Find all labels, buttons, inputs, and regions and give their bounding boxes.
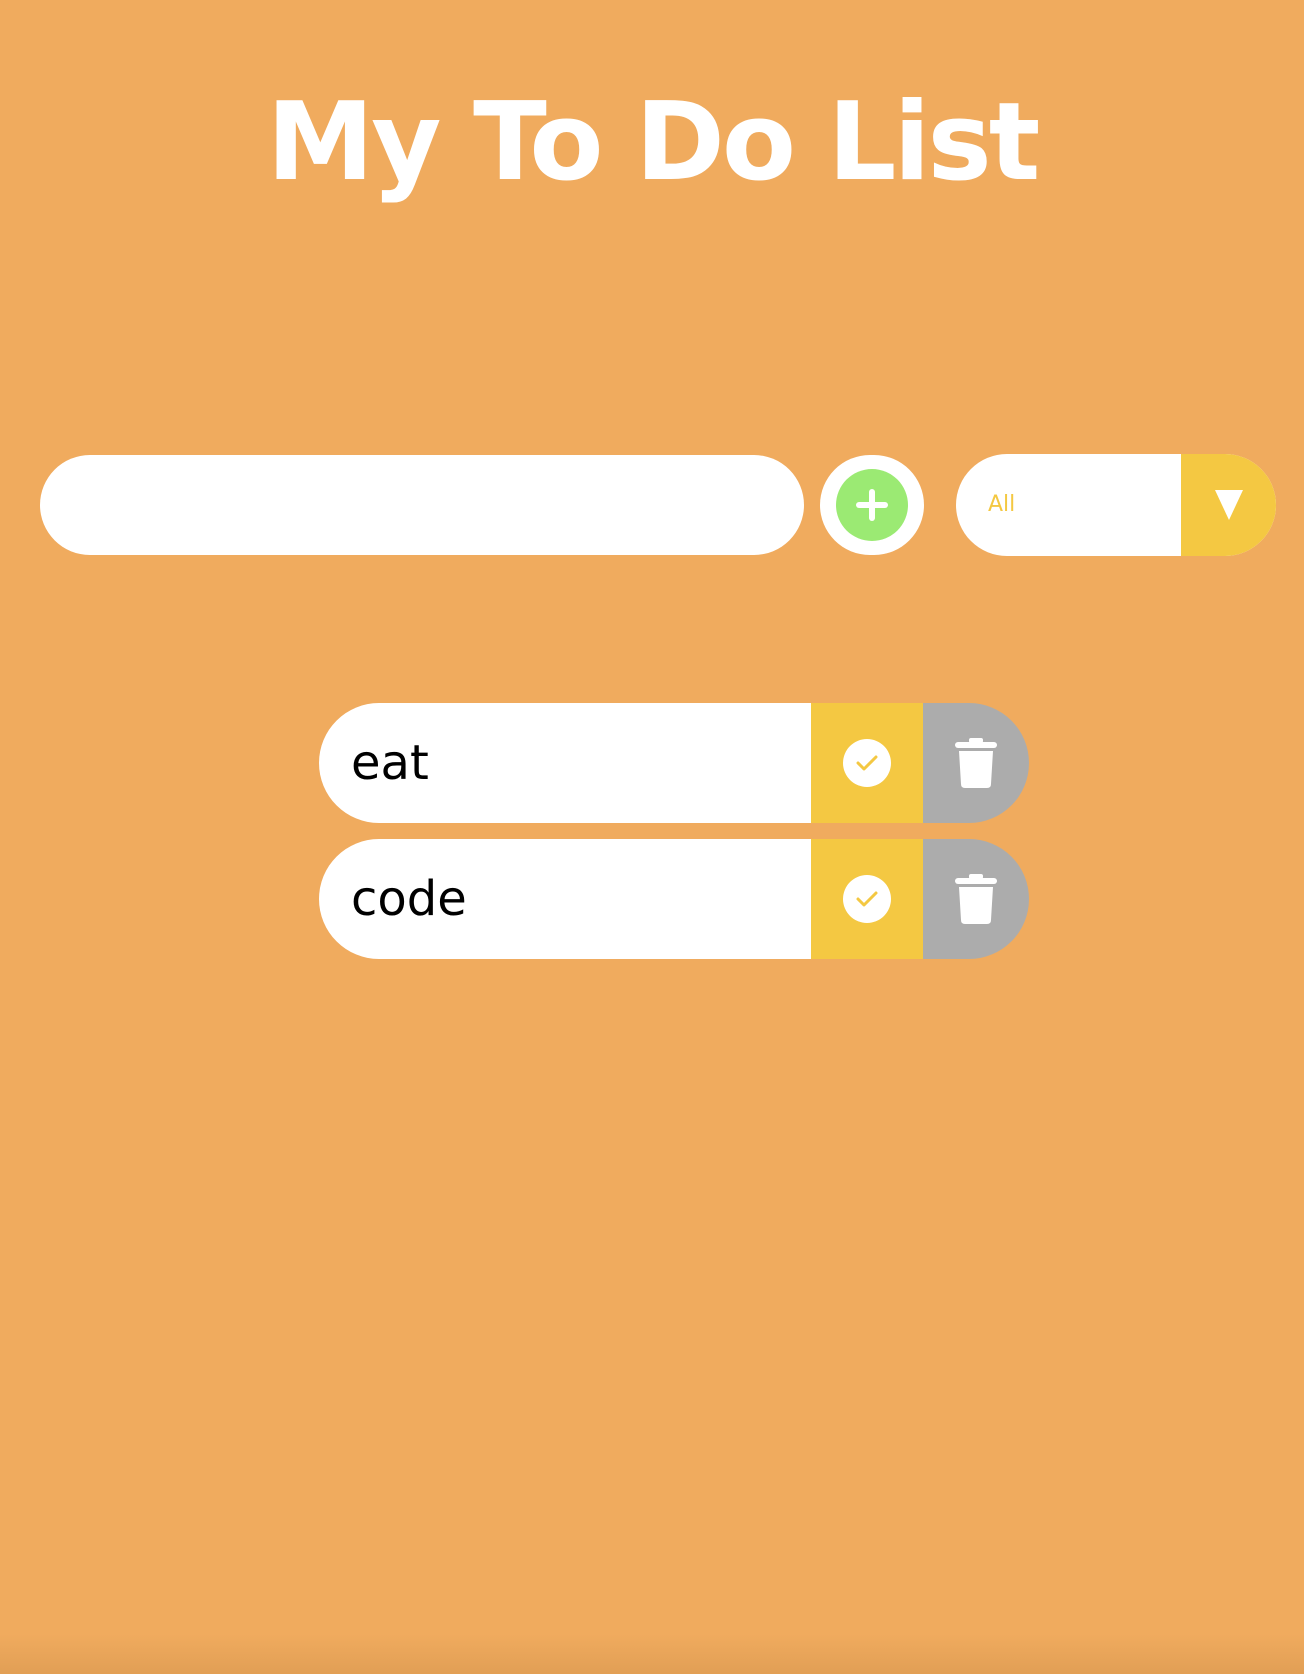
trash-icon	[955, 738, 997, 788]
todo-item: eat	[319, 703, 1029, 823]
todo-input[interactable]	[40, 455, 804, 555]
todo-text: code	[351, 871, 467, 927]
filter-select[interactable]: All	[956, 454, 1276, 556]
delete-button[interactable]	[923, 703, 1029, 823]
todo-list: eat code	[319, 703, 1029, 975]
todo-text-container: eat	[319, 703, 811, 823]
todo-text-container: code	[319, 839, 811, 959]
delete-button[interactable]	[923, 839, 1029, 959]
todo-item: code	[319, 839, 1029, 959]
complete-button[interactable]	[811, 703, 923, 823]
filter-selected-value: All	[988, 492, 1016, 517]
plus-icon	[836, 469, 908, 541]
add-todo-button[interactable]	[820, 455, 924, 555]
page-title: My To Do List	[266, 80, 1041, 205]
triangle-down-icon	[1214, 490, 1243, 520]
bottom-shadow	[0, 1634, 1304, 1674]
check-circle-icon	[843, 739, 891, 787]
check-circle-icon	[843, 875, 891, 923]
filter-dropdown-toggle[interactable]	[1181, 454, 1276, 556]
trash-icon	[955, 874, 997, 924]
complete-button[interactable]	[811, 839, 923, 959]
todo-text: eat	[351, 735, 429, 791]
